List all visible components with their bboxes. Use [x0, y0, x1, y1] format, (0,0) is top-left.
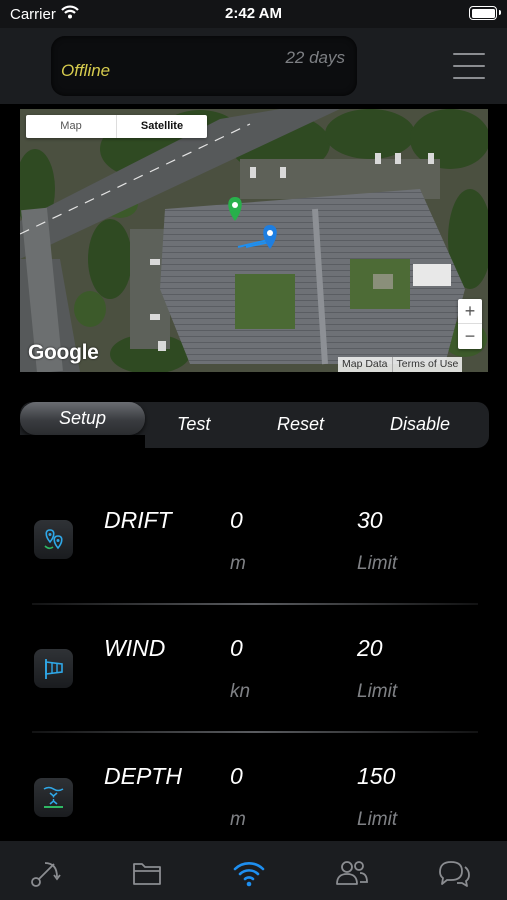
tab-reset[interactable]: Reset: [277, 414, 324, 435]
map-data-link[interactable]: Map Data: [338, 357, 392, 372]
alarm-unit: m: [230, 553, 246, 574]
alarm-value: 0: [230, 635, 243, 661]
map-type-switch: Map Satellite: [26, 115, 207, 138]
alarm-limit[interactable]: 150: [357, 763, 395, 790]
alarm-name: DRIFT: [104, 507, 172, 533]
row-divider: [32, 731, 478, 733]
tab-bar: [0, 841, 507, 900]
satellite-map[interactable]: Map Satellite Google + − Map Data Terms …: [20, 109, 488, 372]
subscription-days: 22 days: [285, 48, 345, 67]
alarm-row-drift[interactable]: DRIFT 0 m 30 Limit: [0, 478, 507, 606]
alarm-limit[interactable]: 30: [357, 507, 383, 534]
google-logo: Google: [28, 341, 99, 364]
map-attribution: Map Data Terms of Use: [338, 357, 463, 372]
tab-test[interactable]: Test: [177, 414, 210, 435]
status-bar: Carrier 2:42 AM: [0, 0, 507, 28]
clock: 2:42 AM: [225, 5, 282, 22]
terms-of-use-link[interactable]: Terms of Use: [391, 357, 463, 372]
alarm-value: 0: [230, 763, 243, 789]
zoom-out-button[interactable]: −: [458, 324, 482, 349]
battery-icon: [469, 6, 501, 20]
map-type-satellite[interactable]: Satellite: [116, 115, 207, 138]
alarm-unit: m: [230, 809, 246, 830]
map-imagery: [20, 109, 488, 372]
alarm-limit-label: Limit: [357, 553, 398, 574]
depth-icon: [34, 778, 73, 817]
alarm-limit[interactable]: 20: [357, 635, 383, 662]
tab-setup[interactable]: Setup: [20, 402, 145, 435]
row-divider: [32, 603, 478, 605]
tab-disable[interactable]: Disable: [390, 414, 450, 435]
alarm-unit: kn: [230, 681, 251, 702]
connection-status-panel: Offline 22 days: [51, 36, 357, 96]
zoom-in-button[interactable]: +: [458, 299, 482, 324]
map-type-map[interactable]: Map: [26, 115, 116, 138]
alarm-name: DEPTH: [104, 763, 182, 789]
alarm-name: WIND: [104, 635, 166, 661]
alarm-row-wind[interactable]: WIND 0 kn 20 Limit: [0, 606, 507, 734]
windsock-icon: [34, 649, 73, 688]
route-icon[interactable]: [27, 855, 63, 891]
alarm-value: 0: [230, 507, 243, 533]
connection-status: Offline: [61, 61, 111, 80]
alarm-limit-label: Limit: [357, 809, 398, 830]
hamburger-menu-icon[interactable]: [453, 53, 485, 79]
zoom-control: + −: [458, 299, 482, 349]
chat-icon[interactable]: [436, 855, 472, 891]
alarm-limit-label: Limit: [357, 681, 398, 702]
drift-pins-icon: [34, 520, 73, 559]
alarm-mode-control: Setup Test Reset Disable: [20, 402, 489, 448]
header: Offline 22 days: [0, 28, 507, 104]
wifi-alarm-icon[interactable]: [231, 855, 267, 891]
folder-icon[interactable]: [129, 855, 165, 891]
people-icon[interactable]: [334, 855, 370, 891]
